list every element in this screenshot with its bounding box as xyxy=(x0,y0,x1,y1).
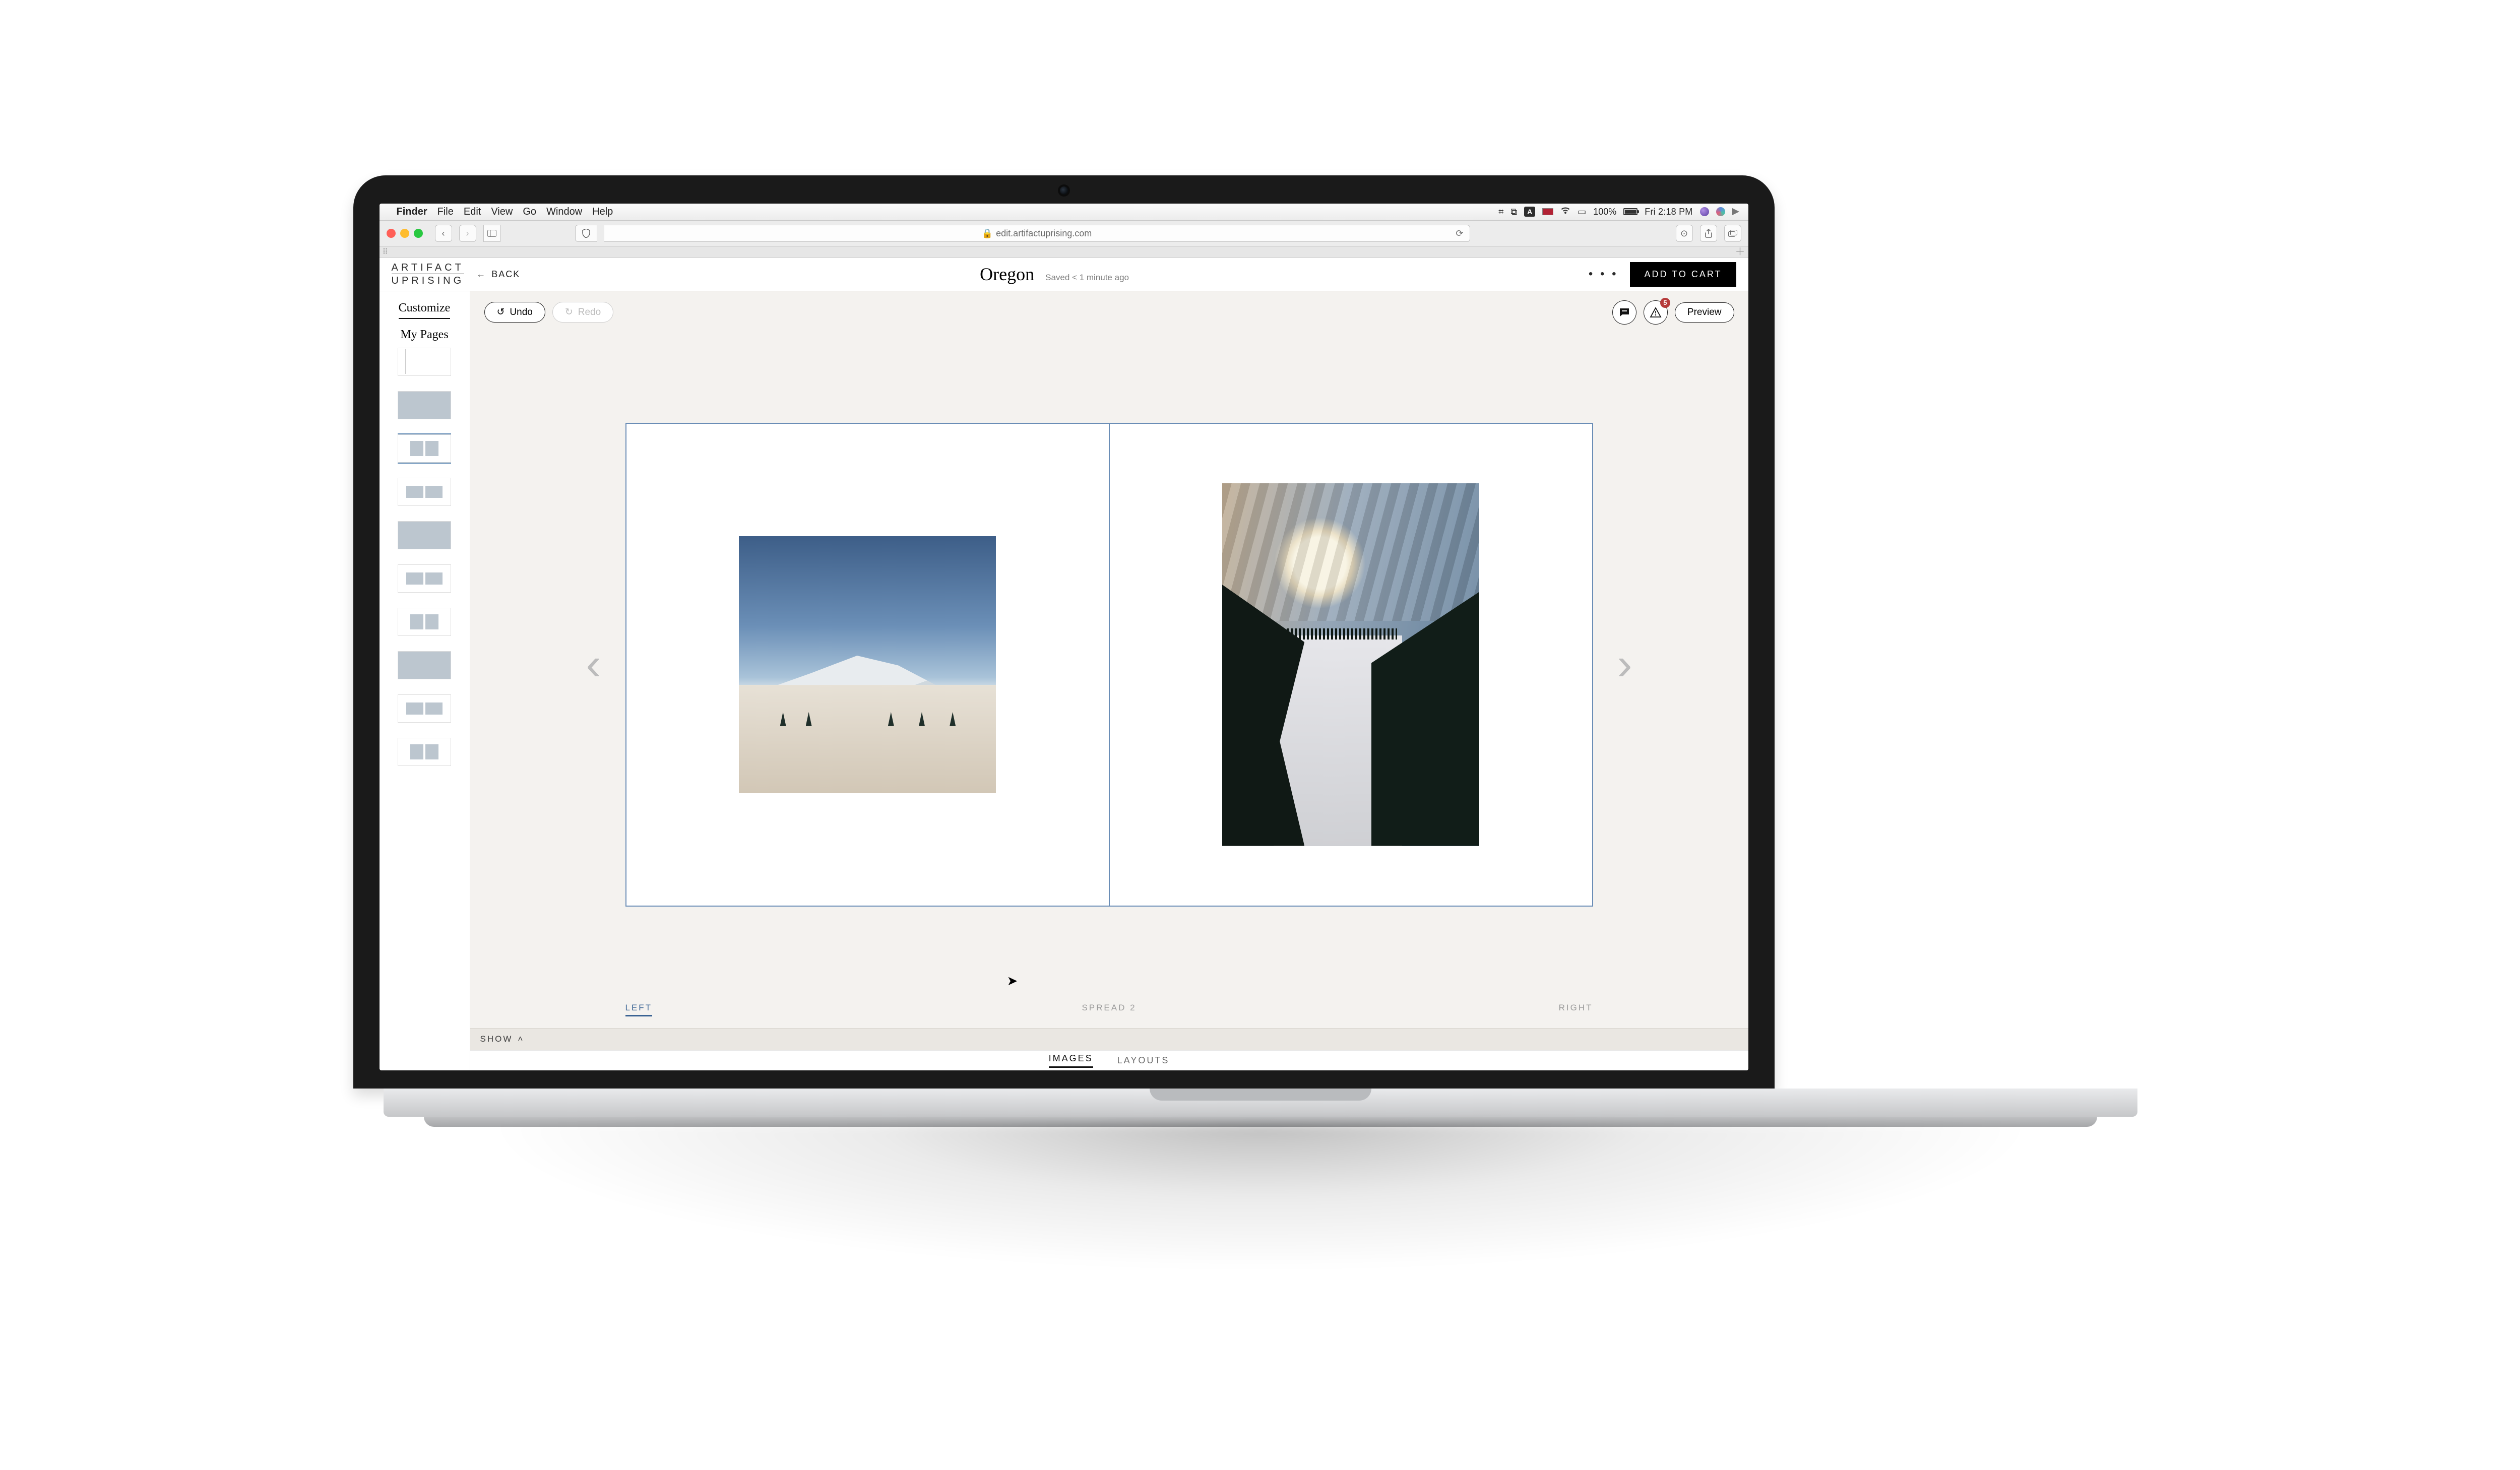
lock-icon: 🔒 xyxy=(982,228,993,239)
prev-spread-button[interactable]: ‹ xyxy=(586,638,601,690)
add-to-cart-label: ADD TO CART xyxy=(1644,269,1722,279)
page-thumb-9[interactable] xyxy=(398,738,451,766)
address-url: edit.artifactuprising.com xyxy=(996,228,1092,239)
menu-go[interactable]: Go xyxy=(523,206,536,218)
safari-tabbar: ⠿ ＋ xyxy=(380,247,1748,258)
nav-forward-button[interactable]: › xyxy=(459,225,476,242)
page-right[interactable] xyxy=(1109,424,1592,906)
new-tab-button[interactable]: ＋ xyxy=(1735,247,1745,257)
macos-menubar: Finder File Edit View Go Window Help ⌗ ⧉… xyxy=(380,204,1748,221)
brand-line2: UPRISING xyxy=(392,274,465,287)
menu-help[interactable]: Help xyxy=(592,206,613,218)
redo-button[interactable]: ↻ Redo xyxy=(552,302,613,323)
warnings-button[interactable]: 5 xyxy=(1644,300,1668,325)
page-indicator-left[interactable]: LEFT xyxy=(625,1003,653,1016)
show-panel-toggle[interactable]: SHOW ˄ xyxy=(470,1028,1748,1050)
favorites-grid-icon[interactable]: ⠿ xyxy=(383,247,389,257)
preview-button[interactable]: Preview xyxy=(1675,302,1734,323)
tab-overview-button[interactable] xyxy=(1724,225,1741,242)
dropbox-icon[interactable]: ⌗ xyxy=(1498,207,1503,217)
warnings-count-badge: 5 xyxy=(1660,298,1670,308)
downloads-button[interactable]: ⊙ xyxy=(1676,225,1693,242)
next-spread-button[interactable]: › xyxy=(1617,638,1632,690)
sidebar-tab-customize[interactable]: Customize xyxy=(399,301,451,319)
spread-number-label: SPREAD 2 xyxy=(1082,1003,1136,1013)
notification-center-icon[interactable] xyxy=(1732,208,1741,215)
page-thumb-5[interactable] xyxy=(398,564,451,593)
page-left[interactable] xyxy=(626,424,1109,906)
screenshot-icon[interactable]: ⧉ xyxy=(1510,207,1517,217)
safari-toolbar: ‹ › 🔒 edit.artifactuprising.com ⟳ ⊙ xyxy=(380,221,1748,247)
menu-window[interactable]: Window xyxy=(546,206,582,218)
macos-clock[interactable]: Fri 2:18 PM xyxy=(1645,207,1692,217)
window-minimize-button[interactable] xyxy=(400,229,409,238)
undo-icon: ↺ xyxy=(497,306,505,318)
undo-button[interactable]: ↺ Undo xyxy=(484,302,545,323)
preview-label: Preview xyxy=(1687,307,1722,318)
laptop-shadow xyxy=(353,1124,2168,1295)
window-zoom-button[interactable] xyxy=(414,229,423,238)
back-link[interactable]: ← BACK xyxy=(476,269,520,280)
project-title[interactable]: Oregon xyxy=(980,264,1034,285)
laptop-base xyxy=(384,1089,2137,1117)
page-thumb-8[interactable] xyxy=(398,694,451,723)
macos-app-name[interactable]: Finder xyxy=(397,206,427,218)
book-spread xyxy=(625,423,1593,907)
address-bar[interactable]: 🔒 edit.artifactuprising.com ⟳ xyxy=(604,225,1470,242)
page-thumbnails xyxy=(398,345,451,1070)
input-source-icon[interactable] xyxy=(1542,208,1553,215)
brand-line1: ARTIFACT xyxy=(392,262,465,274)
cursor-icon: ➤ xyxy=(1007,973,1020,989)
nav-back-button[interactable]: ‹ xyxy=(435,225,452,242)
share-button[interactable] xyxy=(1700,225,1717,242)
tab-images[interactable]: IMAGES xyxy=(1049,1053,1093,1068)
window-close-button[interactable] xyxy=(387,229,396,238)
editor-area: ↺ Undo ↻ Redo xyxy=(470,291,1748,1070)
spread-footer: LEFT SPREAD 2 RIGHT ➤ xyxy=(470,1000,1748,1028)
undo-label: Undo xyxy=(510,307,532,318)
user-fast-switch-icon[interactable] xyxy=(1700,207,1709,216)
page-thumb-1[interactable] xyxy=(398,391,451,419)
menu-edit[interactable]: Edit xyxy=(464,206,481,218)
comments-button[interactable] xyxy=(1612,300,1636,325)
wifi-icon[interactable] xyxy=(1560,207,1570,217)
bottom-tabs: IMAGES LAYOUTS xyxy=(470,1050,1748,1070)
battery-pct: 100% xyxy=(1593,207,1616,217)
show-sidebar-button[interactable] xyxy=(483,225,500,242)
page-thumb-2[interactable] xyxy=(398,434,451,463)
saved-status: Saved < 1 minute ago xyxy=(1045,273,1129,283)
battery-icon[interactable] xyxy=(1623,208,1637,215)
page-indicator-right[interactable]: RIGHT xyxy=(1559,1003,1593,1013)
reload-icon[interactable]: ⟳ xyxy=(1456,228,1463,239)
page-thumb-3[interactable] xyxy=(398,478,451,506)
laptop-camera xyxy=(1060,186,1068,195)
show-label: SHOW xyxy=(480,1034,513,1044)
back-label: BACK xyxy=(491,269,520,280)
page-thumb-cover[interactable] xyxy=(398,348,451,376)
sidebar-heading-my-pages: My Pages xyxy=(400,328,448,342)
redo-label: Redo xyxy=(578,307,601,318)
redo-icon: ↻ xyxy=(565,306,573,318)
editor-toolbar: ↺ Undo ↻ Redo xyxy=(470,291,1748,325)
menu-view[interactable]: View xyxy=(491,206,513,218)
arrow-left-icon: ← xyxy=(476,269,486,280)
brand-logo[interactable]: ARTIFACT UPRISING xyxy=(392,262,465,287)
page-thumb-7[interactable] xyxy=(398,651,451,679)
display-icon[interactable]: ▭ xyxy=(1578,207,1586,217)
menu-file[interactable]: File xyxy=(437,206,454,218)
page-thumb-4[interactable] xyxy=(398,521,451,549)
menu-extra-icon[interactable]: A xyxy=(1524,207,1535,217)
app-header: ARTIFACT UPRISING ← BACK Oregon Saved < … xyxy=(380,258,1748,291)
page-thumb-6[interactable] xyxy=(398,608,451,636)
siri-icon[interactable] xyxy=(1716,207,1725,216)
add-to-cart-button[interactable]: ADD TO CART xyxy=(1630,262,1736,287)
privacy-report-button[interactable] xyxy=(575,225,597,242)
tab-layouts[interactable]: LAYOUTS xyxy=(1117,1055,1170,1066)
photo-slot-right[interactable] xyxy=(1222,483,1479,846)
chevron-up-icon: ˄ xyxy=(518,1034,524,1044)
more-menu-button[interactable]: • • • xyxy=(1589,267,1618,281)
photo-slot-left[interactable] xyxy=(739,536,996,793)
sidebar: Customize My Pages xyxy=(380,291,470,1070)
